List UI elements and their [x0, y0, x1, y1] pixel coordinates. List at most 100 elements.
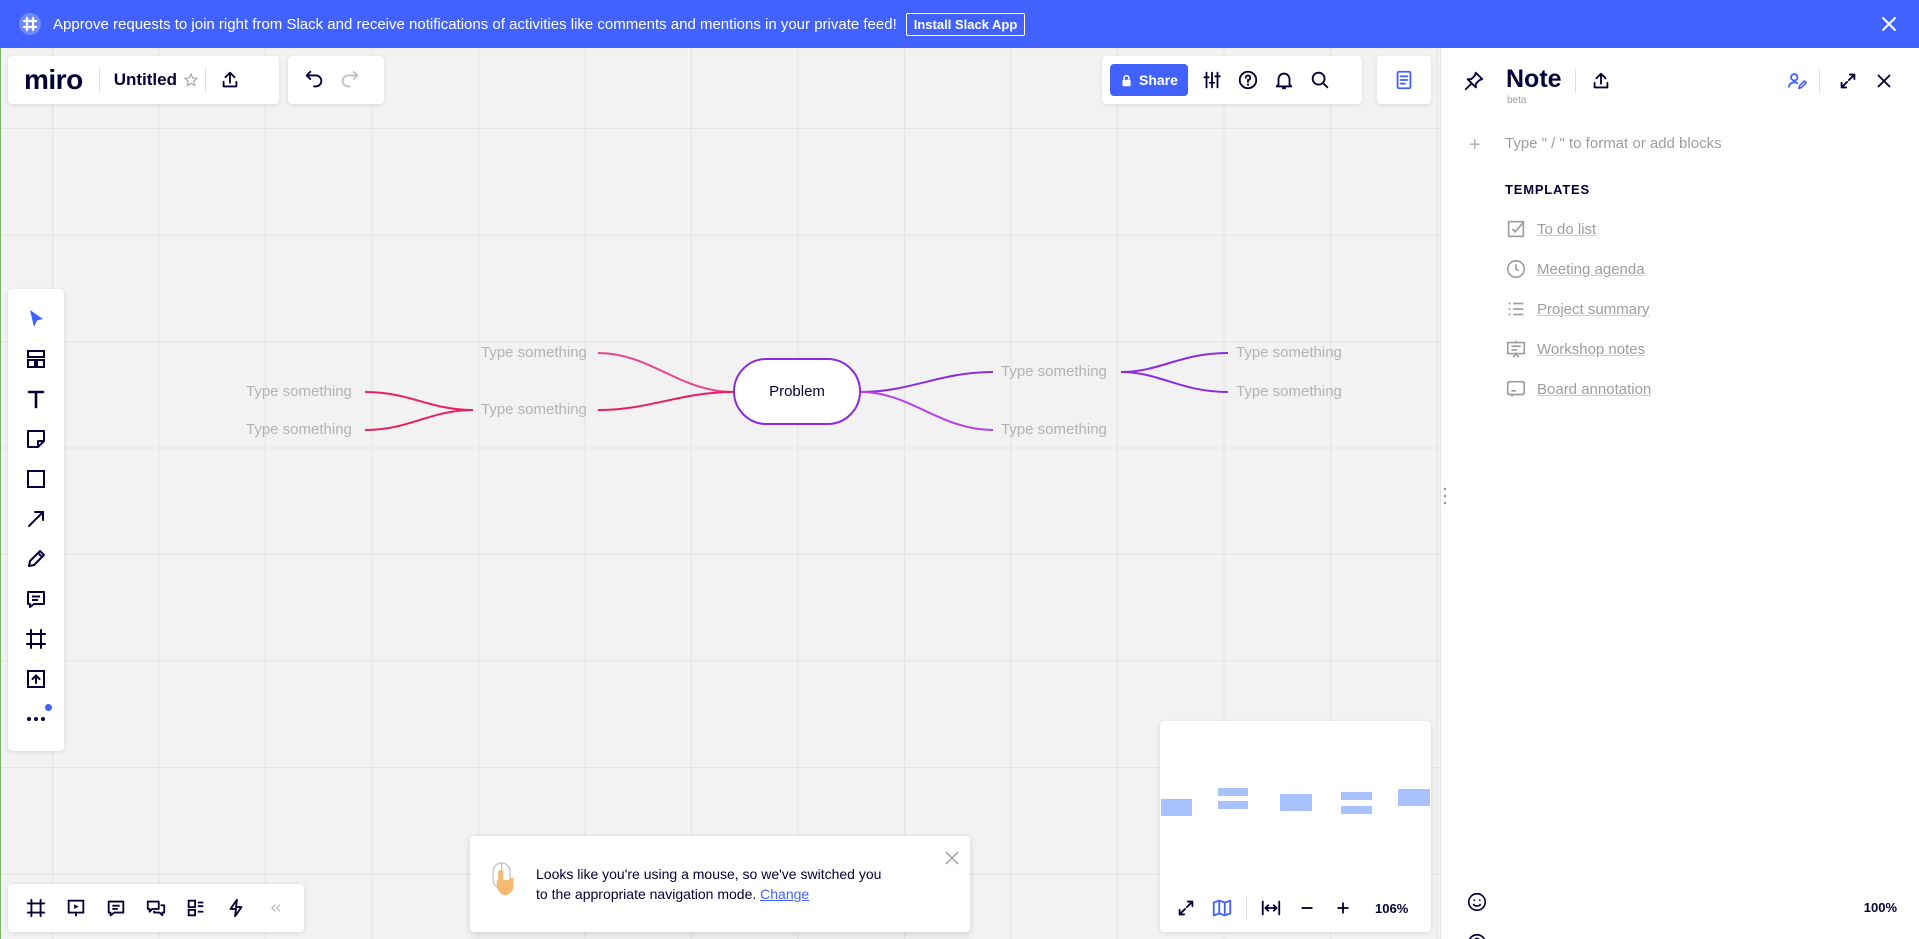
edit-access-icon[interactable] — [1779, 63, 1815, 99]
template-workshop-notes[interactable]: Workshop notes — [1505, 338, 1645, 360]
undo-icon[interactable] — [296, 62, 332, 98]
list-icon — [1508, 302, 1524, 316]
top-actions-panel: Share — [1102, 56, 1362, 104]
minimap-item — [1218, 801, 1248, 809]
map-icon[interactable] — [1204, 890, 1240, 926]
divider — [98, 68, 100, 92]
template-to-do-list[interactable]: To do list — [1505, 218, 1596, 240]
notification-dot — [45, 704, 52, 711]
template-meeting-agenda[interactable]: Meeting agenda — [1505, 258, 1645, 280]
navigation-mode-toast: Looks like you're using a mouse, so we'v… — [470, 836, 970, 932]
mindmap-node[interactable]: Type something — [1236, 383, 1342, 400]
template-label: Project summary — [1537, 300, 1650, 318]
mindmap-node[interactable]: Type something — [246, 383, 352, 400]
pen-icon[interactable] — [22, 545, 50, 573]
lightning-icon[interactable] — [218, 890, 254, 926]
export-icon[interactable] — [1583, 63, 1619, 99]
upload-icon[interactable] — [22, 665, 50, 693]
close-icon[interactable] — [942, 848, 962, 868]
checkbox-icon — [1507, 220, 1525, 238]
note-document-icon[interactable] — [1386, 62, 1422, 98]
clock-icon — [1506, 259, 1526, 279]
minimap-item — [1341, 792, 1372, 800]
mindmap-node[interactable]: Type something — [1236, 344, 1342, 361]
presentation-icon[interactable] — [58, 890, 94, 926]
template-board-annotation[interactable]: Board annotation — [1505, 378, 1651, 400]
minimap-item — [1341, 806, 1372, 814]
help-icon[interactable] — [1230, 62, 1266, 98]
frames-icon[interactable] — [18, 890, 54, 926]
cards-icon[interactable] — [178, 890, 214, 926]
board-title[interactable]: Untitled — [114, 70, 177, 90]
mindmap-node[interactable]: Type something — [481, 401, 587, 418]
panel-resize-handle[interactable] — [1443, 486, 1447, 506]
bell-icon[interactable] — [1266, 62, 1302, 98]
minimap-item — [1280, 794, 1312, 811]
minimap[interactable]: 106% — [1160, 721, 1431, 932]
banner-message: Approve requests to join right from Slac… — [53, 15, 897, 33]
mindmap-node[interactable]: Type something — [246, 421, 352, 438]
change-link[interactable]: Change — [760, 886, 809, 902]
minimap-item — [1161, 799, 1192, 816]
minimap-item — [1398, 789, 1430, 806]
help-icon[interactable] — [1459, 925, 1495, 939]
comments-icon[interactable] — [98, 890, 134, 926]
add-block-icon[interactable]: + — [1469, 134, 1481, 157]
sticky-note-icon[interactable] — [22, 425, 50, 453]
divider — [1575, 69, 1576, 93]
zoom-controls: 106% — [1160, 884, 1431, 932]
search-icon[interactable] — [1302, 62, 1338, 98]
collaboration-toolbar — [8, 884, 304, 932]
chat-icon[interactable] — [138, 890, 174, 926]
creation-toolbar — [8, 289, 64, 751]
note-title: Note — [1506, 65, 1562, 93]
board-header-panel: miro Untitled — [8, 56, 279, 104]
beta-badge: beta — [1507, 95, 1527, 106]
templates-icon[interactable] — [22, 345, 50, 373]
select-cursor-icon[interactable] — [22, 305, 50, 333]
text-icon[interactable] — [22, 385, 50, 413]
pin-icon[interactable] — [1456, 63, 1492, 99]
close-icon[interactable] — [1866, 63, 1902, 99]
note-panel: Note beta + Type " / " to format or add … — [1440, 48, 1919, 939]
expand-icon[interactable] — [1830, 63, 1866, 99]
mindmap-node[interactable]: Type something — [1001, 421, 1107, 438]
mindmap-root-node[interactable]: Problem — [733, 358, 861, 425]
zoom-level[interactable]: 106% — [1375, 901, 1408, 916]
presentation-icon — [1506, 340, 1526, 358]
templates-heading: TEMPLATES — [1505, 182, 1590, 197]
lock-icon — [1122, 74, 1131, 86]
board-icon — [1506, 380, 1526, 397]
collapse-chevrons-icon[interactable] — [258, 890, 294, 926]
redo-icon[interactable] — [332, 62, 368, 98]
share-button[interactable]: Share — [1110, 64, 1188, 96]
install-slack-app-button[interactable]: Install Slack App — [905, 12, 1026, 36]
mindmap-node[interactable]: Type something — [481, 344, 587, 361]
undo-redo-panel — [288, 56, 384, 104]
minimap-item — [1218, 788, 1248, 796]
divider — [1819, 69, 1820, 93]
template-project-summary[interactable]: Project summary — [1505, 298, 1650, 320]
zoom-out-icon[interactable] — [1289, 890, 1325, 926]
fit-width-icon[interactable] — [1253, 890, 1289, 926]
note-zoom-level: 100% — [1863, 900, 1897, 915]
zoom-in-icon[interactable] — [1325, 890, 1361, 926]
slack-icon — [19, 13, 41, 35]
star-icon[interactable] — [177, 62, 205, 98]
miro-logo[interactable]: miro — [24, 64, 83, 96]
fullscreen-icon[interactable] — [1168, 890, 1204, 926]
shape-square-icon[interactable] — [22, 465, 50, 493]
canvas-edge — [0, 48, 1, 939]
share-label: Share — [1139, 72, 1178, 88]
notes-toggle-panel — [1377, 56, 1431, 104]
template-label: Board annotation — [1537, 380, 1652, 398]
comment-icon[interactable] — [22, 585, 50, 613]
close-icon[interactable] — [1877, 12, 1901, 36]
arrow-connector-icon[interactable] — [22, 505, 50, 533]
export-icon[interactable] — [212, 62, 248, 98]
frame-icon[interactable] — [22, 625, 50, 653]
mindmap-node[interactable]: Type something — [1001, 363, 1107, 380]
settings-sliders-icon[interactable] — [1194, 62, 1230, 98]
emoji-icon[interactable] — [1459, 884, 1495, 920]
note-editor-placeholder[interactable]: Type " / " to format or add blocks — [1505, 135, 1722, 152]
